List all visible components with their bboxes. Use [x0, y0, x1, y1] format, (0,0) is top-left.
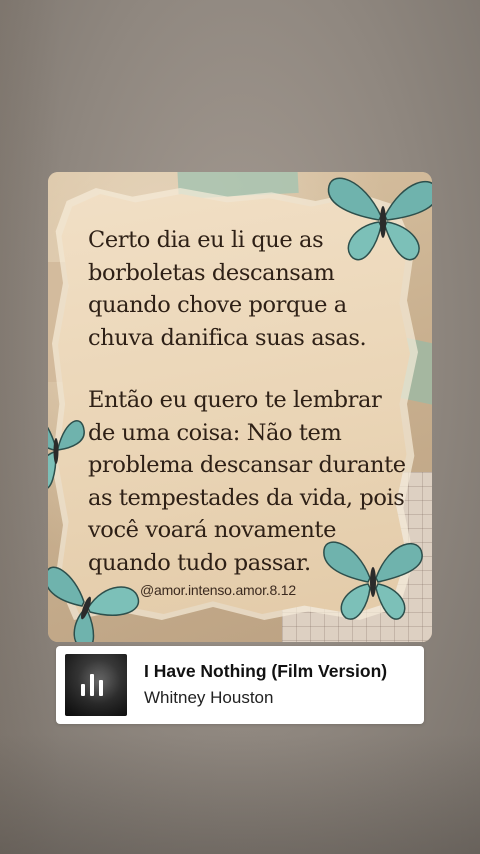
post-image: Certo dia eu li que as borboletas descan… [48, 172, 432, 642]
album-art [65, 654, 127, 716]
butterfly-icon [323, 541, 423, 620]
quote-line: as tempestades da vida, pois [88, 484, 405, 511]
quote-line: chuva danifica suas asas. [88, 324, 367, 351]
quote-line: Certo dia eu li que as [88, 227, 324, 253]
butterfly-icon [48, 566, 140, 642]
watermark-handle: @amor.intenso.amor.8.12 [140, 582, 296, 598]
quote-line: de uma coisa: Não tem [88, 419, 342, 446]
track-artist: Whitney Houston [144, 688, 274, 707]
butterfly-icon [48, 420, 85, 489]
butterfly-icon [327, 177, 432, 261]
music-sticker[interactable]: I Have Nothing (Film Version) Whitney Ho… [56, 646, 424, 724]
background-shade [0, 734, 480, 854]
track-title: I Have Nothing (Film Version) [144, 661, 388, 681]
quote-line: Então eu quero te lembrar [88, 387, 382, 413]
quote-line: borboletas descansam [88, 259, 335, 286]
quote-line: você voará novamente [88, 517, 336, 543]
quote-line: quando chove porque a [88, 292, 347, 318]
quote-line: problema descansar durante [88, 452, 406, 478]
audio-bars-icon [81, 674, 111, 696]
